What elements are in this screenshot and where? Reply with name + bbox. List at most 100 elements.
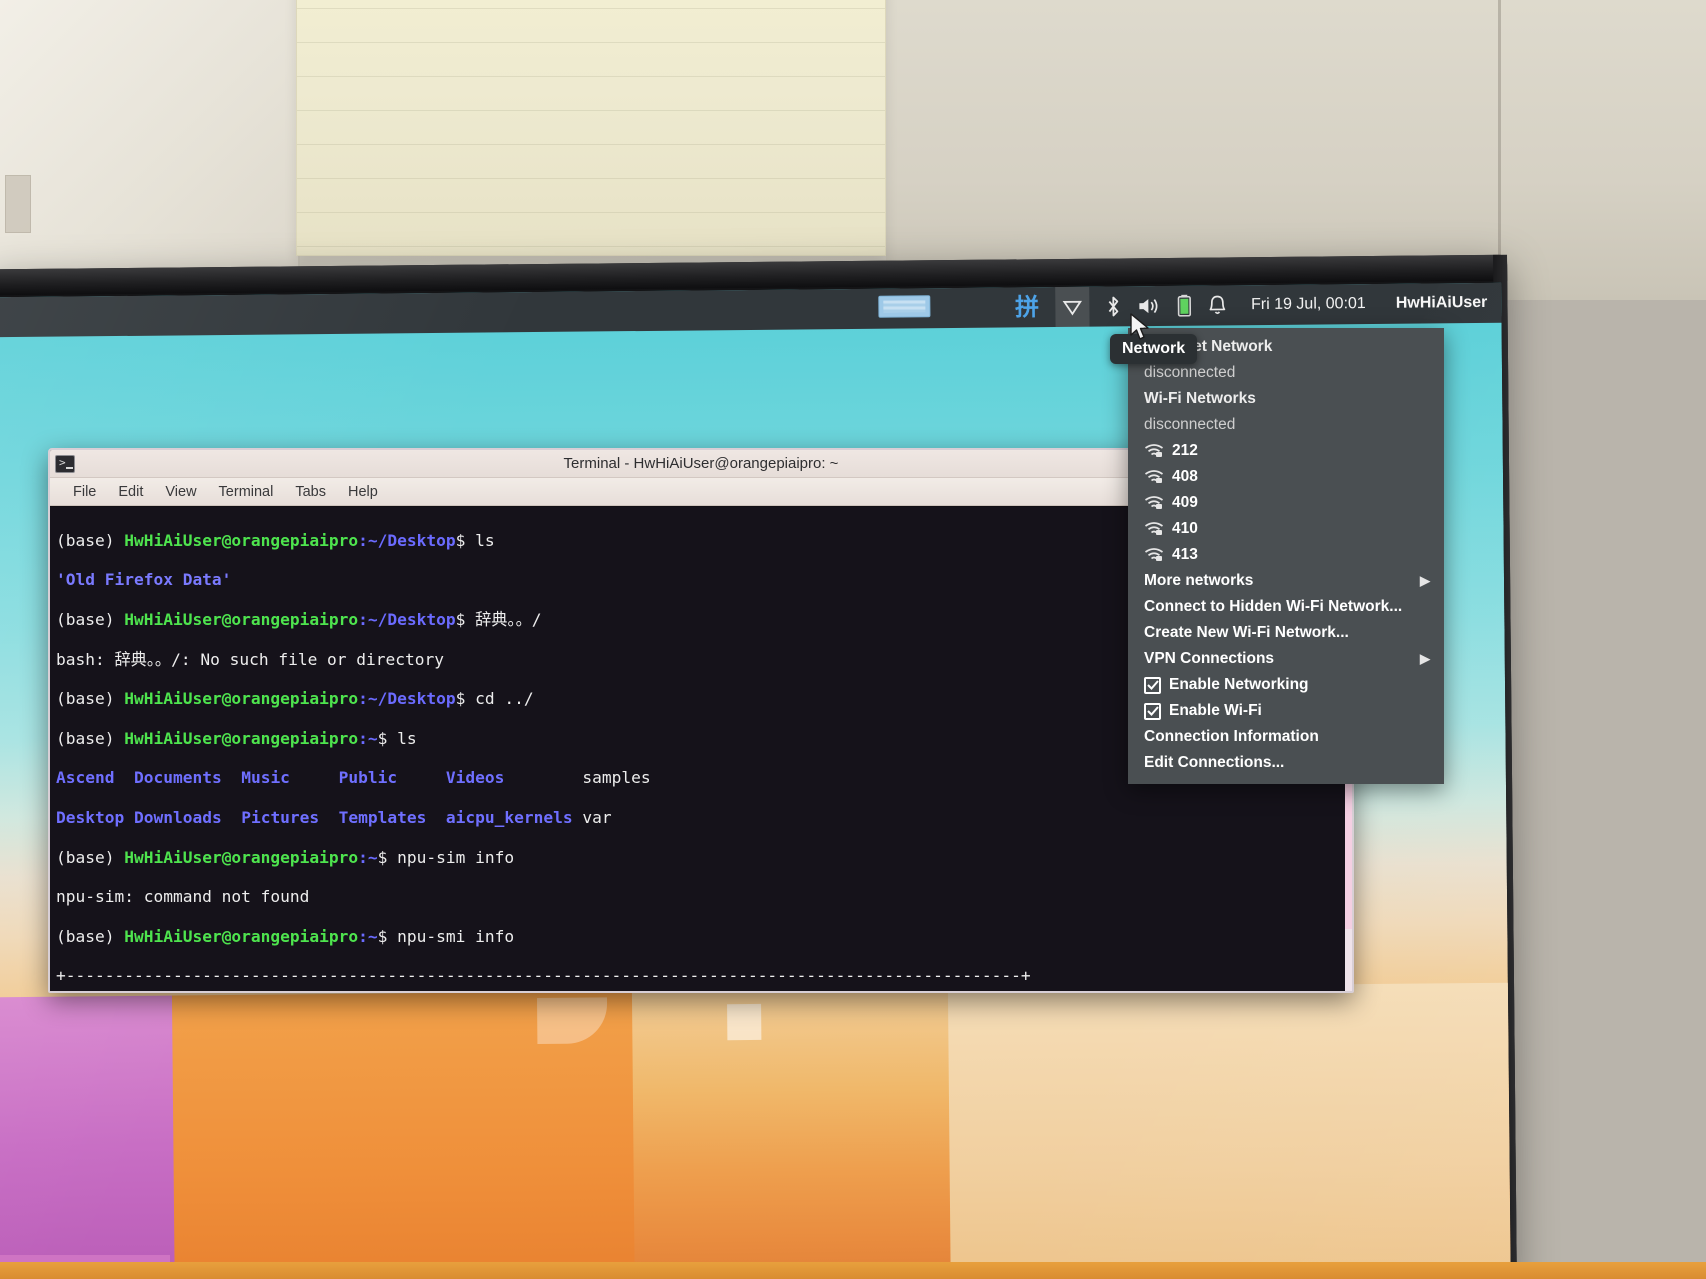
menu-wifi-network-408[interactable]: 408 (1128, 464, 1444, 490)
prompt-base: (base) (56, 530, 125, 550)
terminal-line: (base) HwHiAiUser@orangepiaipro:~$ npu-s… (56, 927, 1346, 947)
menu-vpn-label: VPN Connections (1144, 650, 1275, 667)
ls-entry: Videos (445, 768, 505, 788)
output-not-found: npu-sim: command not found (56, 887, 310, 907)
notification-bell-icon (1209, 295, 1225, 315)
menu-enable-networking[interactable]: Enable Networking (1128, 672, 1444, 698)
prompt-dollar: $ (377, 728, 398, 748)
ls-entry: Templates (338, 807, 427, 827)
ls-entry: Pictures (241, 807, 320, 827)
notifications-tray-button[interactable] (1207, 285, 1227, 325)
menu-file[interactable]: File (62, 482, 107, 502)
enable-networking-label: Enable Networking (1169, 676, 1309, 693)
menu-more-networks[interactable]: More networks ▶ (1128, 568, 1444, 594)
wifi-icon (1062, 300, 1082, 316)
ls-entry: var (582, 807, 612, 827)
mouse-cursor-icon (1130, 313, 1149, 340)
menu-edit-connections[interactable]: Edit Connections... (1128, 750, 1444, 776)
ls-entry: Ascend (56, 768, 115, 788)
prompt-user: HwHiAiUser@orangepiaipro (124, 728, 359, 748)
network-menu[interactable]: Ethernet Network disconnected Wi-Fi Netw… (1128, 328, 1444, 784)
ls-entry: Documents (133, 768, 222, 788)
prompt-base: (base) (56, 689, 125, 709)
battery-tray-button[interactable] (1177, 286, 1191, 326)
prompt-base: (base) (56, 847, 125, 867)
prompt-path: :~ (358, 728, 378, 748)
menu-create-new-wifi[interactable]: Create New Wi-Fi Network... (1128, 620, 1444, 646)
wifi-secure-icon (1145, 444, 1163, 457)
menu-wifi-header: Wi-Fi Networks (1144, 390, 1256, 407)
output-old-firefox: 'Old Firefox Data' (56, 570, 232, 590)
pinyin-ime-indicator[interactable]: 拼 (1015, 287, 1039, 327)
ls-entry: Music (241, 768, 290, 788)
prompt-path: :~/Desktop (358, 530, 456, 550)
menu-help[interactable]: Help (337, 482, 389, 502)
wallpaper-shape-b (727, 1003, 762, 1041)
sticky-note-rules (297, 0, 885, 255)
screenshot-scene: 204810245122561286432168421 拼 (0, 0, 1706, 1279)
command-cd: cd ../ (475, 689, 534, 709)
menu-connect-hidden-wifi[interactable]: Connect to Hidden Wi-Fi Network... (1128, 594, 1444, 620)
menu-wifi-network-410[interactable]: 410 (1128, 516, 1444, 542)
prompt-user: HwHiAiUser@orangepiaipro (124, 530, 359, 550)
prompt-user: HwHiAiUser@orangepiaipro (124, 926, 359, 946)
command-npu-sim: npu-sim info (397, 847, 515, 867)
wall-right-panel (886, 0, 1706, 300)
menu-wifi-network-409[interactable]: 409 (1128, 490, 1444, 516)
checkmark-icon (1146, 706, 1159, 716)
command-ls: ls (397, 728, 417, 748)
ls-entry: Downloads (133, 807, 222, 827)
prompt-dollar: $ (377, 847, 398, 867)
wifi-ssid-label: 410 (1172, 520, 1198, 537)
panel-user-menu[interactable]: HwHiAiUser (1396, 294, 1488, 313)
ls-entry: aicpu_kernels (445, 807, 573, 827)
chevron-right-icon: ▶ (1420, 573, 1430, 588)
wifi-secure-icon (1145, 548, 1163, 561)
prompt-base: (base) (56, 926, 125, 946)
command-npu-smi: npu-smi info (397, 926, 515, 946)
wifi-secure-icon (1145, 522, 1163, 535)
desk-bottom-strip (0, 1262, 1706, 1279)
menu-terminal[interactable]: Terminal (208, 482, 285, 502)
wifi-secure-icon (1145, 470, 1163, 483)
network-tray-button[interactable] (1054, 286, 1090, 328)
wallpaper-band-pink (0, 995, 185, 1279)
terminal-line: Desktop Downloads Pictures Templates aic… (56, 808, 1346, 828)
prompt-path: :~/Desktop (358, 609, 456, 629)
menu-view[interactable]: View (154, 482, 207, 502)
prompt-dollar: $ (455, 689, 476, 709)
menu-wifi-status: disconnected (1144, 416, 1236, 433)
menu-connection-information[interactable]: Connection Information (1128, 724, 1444, 750)
wall-small-note (5, 175, 31, 233)
prompt-dollar: $ (455, 609, 476, 629)
enable-networking-checkbox[interactable] (1144, 676, 1161, 694)
enable-wifi-checkbox[interactable] (1144, 702, 1161, 720)
prompt-user: HwHiAiUser@orangepiaipro (124, 847, 359, 867)
system-tray: 拼 Fri 19 Jul, 00:01 HwHiAiUser (1015, 283, 1488, 328)
prompt-path: :~/Desktop (358, 689, 456, 709)
prompt-dollar: $ (377, 926, 398, 946)
panel-window-indicator[interactable] (878, 295, 931, 318)
menu-edit[interactable]: Edit (107, 482, 154, 502)
checkmark-icon (1146, 680, 1159, 690)
pinyin-ime-icon: 拼 (1014, 293, 1040, 322)
menu-vpn-connections[interactable]: VPN Connections ▶ (1128, 646, 1444, 672)
terminal-line: npu-sim: command not found (56, 887, 1346, 907)
menu-tabs[interactable]: Tabs (284, 482, 337, 502)
panel-clock[interactable]: Fri 19 Jul, 00:01 (1251, 295, 1366, 314)
wifi-ssid-label: 409 (1172, 494, 1198, 511)
wallpaper-band-right (947, 982, 1511, 1279)
sticky-note: 204810245122561286432168421 (296, 0, 886, 256)
menu-wifi-network-212[interactable]: 212 (1128, 438, 1444, 464)
output-bash-error: bash: 辞典。。/: No such file or directory (56, 649, 445, 669)
prompt-base: (base) (56, 609, 125, 629)
bluetooth-tray-button[interactable] (1105, 286, 1121, 326)
ls-entry: samples (582, 768, 651, 788)
wifi-secure-icon (1145, 496, 1163, 509)
command-dict: 辞典。。/ (475, 609, 542, 629)
enable-wifi-label: Enable Wi-Fi (1169, 702, 1262, 719)
bluetooth-icon (1108, 296, 1119, 317)
chevron-right-icon: ▶ (1420, 651, 1430, 666)
menu-enable-wifi[interactable]: Enable Wi-Fi (1128, 698, 1444, 724)
menu-wifi-network-413[interactable]: 413 (1128, 542, 1444, 568)
